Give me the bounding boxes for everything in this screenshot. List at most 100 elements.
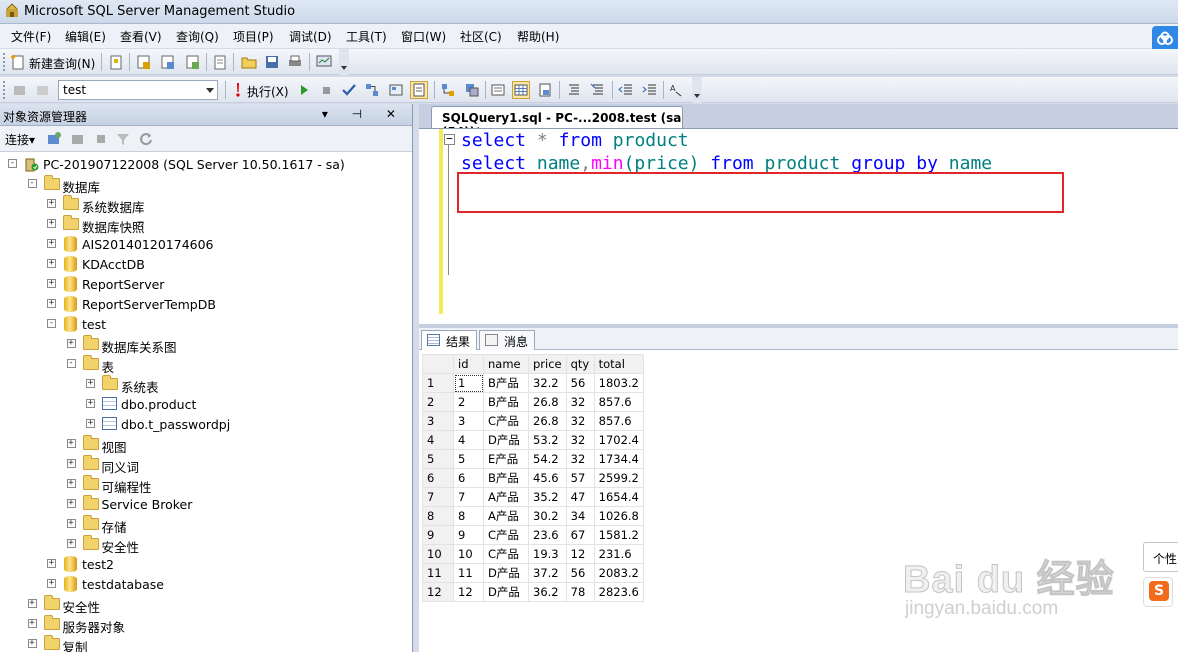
cell-name[interactable]: D产品: [483, 582, 529, 602]
expand-icon[interactable]: +: [47, 259, 56, 268]
cell-qty[interactable]: 32: [565, 449, 595, 469]
specify-template-values-icon[interactable]: A: [669, 82, 685, 98]
expand-icon[interactable]: +: [66, 499, 76, 508]
cell-id[interactable]: 2: [453, 392, 484, 412]
menu-help[interactable]: 帮助(H): [517, 28, 559, 45]
expand-icon[interactable]: +: [66, 459, 76, 468]
cell-total[interactable]: 1654.4: [593, 487, 644, 507]
include-actual-plan-icon[interactable]: [440, 82, 456, 98]
cell-price[interactable]: 35.2: [528, 487, 567, 507]
table-row[interactable]: 3 3 C产品 26.8 32 857.6: [422, 411, 644, 431]
database-engine-query-icon[interactable]: [136, 54, 152, 70]
increase-indent-icon[interactable]: [642, 82, 658, 98]
activity-monitor-icon[interactable]: [316, 54, 332, 70]
cell-price[interactable]: 26.8: [528, 392, 567, 412]
cell-total[interactable]: 231.6: [593, 544, 644, 564]
stop-icon[interactable]: [93, 131, 109, 147]
cell-name[interactable]: B产品: [483, 373, 529, 393]
tree-node[interactable]: + testdatabase: [0, 574, 412, 594]
results-grid[interactable]: id name price qty total 1 1 B产品 32.2 56 1803.…: [422, 354, 644, 602]
tree-node[interactable]: + 安全性: [0, 534, 412, 555]
cell-qty[interactable]: 47: [565, 487, 595, 507]
cell-price[interactable]: 19.3: [528, 544, 567, 564]
save-icon[interactable]: [264, 54, 280, 70]
cell-total[interactable]: 1702.4: [593, 430, 644, 450]
cell-id[interactable]: 10: [453, 544, 484, 564]
toolbar-grip[interactable]: [3, 53, 6, 71]
table-row[interactable]: 7 7 A产品 35.2 47 1654.4: [422, 487, 644, 507]
cell-name[interactable]: B产品: [483, 468, 529, 488]
cell-id[interactable]: 6: [453, 468, 484, 488]
sogou-ime-icon[interactable]: S: [1143, 577, 1173, 607]
menu-community[interactable]: 社区(C): [460, 28, 502, 45]
tree-node[interactable]: + 视图: [0, 434, 412, 455]
column-header-total[interactable]: total: [593, 354, 644, 374]
cell-qty[interactable]: 67: [565, 525, 595, 545]
results-to-grid-icon[interactable]: [512, 81, 530, 99]
connect-dropdown[interactable]: 连接▾: [5, 131, 35, 148]
connect-icon[interactable]: [12, 82, 28, 98]
cell-price[interactable]: 45.6: [528, 468, 567, 488]
cell-id[interactable]: 8: [453, 506, 484, 526]
expand-icon[interactable]: +: [47, 199, 56, 208]
analysis-query-icon[interactable]: [160, 54, 176, 70]
expand-icon[interactable]: +: [47, 559, 56, 568]
tree-node[interactable]: + Service Broker: [0, 494, 412, 514]
execute-button[interactable]: 执行(X): [247, 83, 289, 100]
change-connection-icon[interactable]: [35, 82, 51, 98]
cell-name[interactable]: D产品: [483, 563, 529, 583]
specify-values-icon[interactable]: [410, 81, 428, 99]
results-to-text-icon[interactable]: [490, 82, 506, 98]
cell-qty[interactable]: 78: [565, 582, 595, 602]
table-row[interactable]: 1 1 B产品 32.2 56 1803.2: [422, 373, 644, 393]
cell-id[interactable]: 5: [453, 449, 484, 469]
results-to-file-icon[interactable]: [537, 82, 553, 98]
row-number[interactable]: 9: [422, 525, 454, 545]
expand-icon[interactable]: +: [66, 479, 76, 488]
column-header-price[interactable]: price: [528, 354, 567, 374]
cell-id[interactable]: 12: [453, 582, 484, 602]
cell-total[interactable]: 2599.2: [593, 468, 644, 488]
tree-node[interactable]: + 存储: [0, 514, 412, 535]
cell-id[interactable]: 3: [453, 411, 484, 431]
expand-icon[interactable]: +: [66, 519, 76, 528]
tree-node[interactable]: - 数据库: [0, 174, 412, 195]
parse-checkmark-icon[interactable]: [341, 82, 357, 98]
decrease-indent-icon[interactable]: [618, 82, 634, 98]
menu-query[interactable]: 查询(Q): [176, 28, 219, 45]
expand-icon[interactable]: +: [47, 279, 56, 288]
cell-name[interactable]: A产品: [483, 506, 529, 526]
tree-node[interactable]: -表: [0, 354, 412, 375]
sql-editor[interactable]: − select * from product select name,min(…: [419, 128, 1178, 347]
query-designer-icon[interactable]: [388, 82, 404, 98]
open-file-icon[interactable]: [241, 54, 257, 70]
collapse-toggle-icon[interactable]: −: [444, 133, 455, 145]
cancel-query-icon[interactable]: [318, 82, 334, 98]
cell-name[interactable]: C产品: [483, 544, 529, 564]
row-number[interactable]: 12: [422, 582, 454, 602]
cell-total[interactable]: 857.6: [593, 392, 644, 412]
row-number[interactable]: 10: [422, 544, 454, 564]
tree-node[interactable]: + 可编程性: [0, 474, 412, 495]
cell-id[interactable]: 9: [453, 525, 484, 545]
table-row[interactable]: 4 4 D产品 53.2 32 1702.4: [422, 430, 644, 450]
available-databases-combo[interactable]: test: [58, 80, 218, 100]
filter-icon[interactable]: [115, 131, 131, 147]
tree-node[interactable]: - test: [0, 314, 412, 334]
row-number[interactable]: 3: [422, 411, 454, 431]
table-row[interactable]: 10 10 C产品 19.3 12 231.6: [422, 544, 644, 564]
tree-node[interactable]: + 数据库快照: [0, 214, 412, 235]
cell-total[interactable]: 1026.8: [593, 506, 644, 526]
tree-node[interactable]: - PC-201907122008 (SQL Server 10.50.1617 …: [0, 154, 412, 174]
expand-icon[interactable]: +: [47, 219, 56, 228]
table-row[interactable]: 6 6 B产品 45.6 57 2599.2: [422, 468, 644, 488]
tree-node[interactable]: + 复制: [0, 634, 412, 652]
expand-icon[interactable]: +: [86, 399, 95, 408]
expand-icon[interactable]: +: [27, 639, 37, 648]
menu-window[interactable]: 窗口(W): [401, 28, 446, 45]
collapse-icon[interactable]: -: [27, 179, 37, 188]
expand-icon[interactable]: +: [47, 239, 56, 248]
menu-edit[interactable]: 编辑(E): [65, 28, 106, 45]
cell-name[interactable]: D产品: [483, 430, 529, 450]
table-row[interactable]: 9 9 C产品 23.6 67 1581.2: [422, 525, 644, 545]
